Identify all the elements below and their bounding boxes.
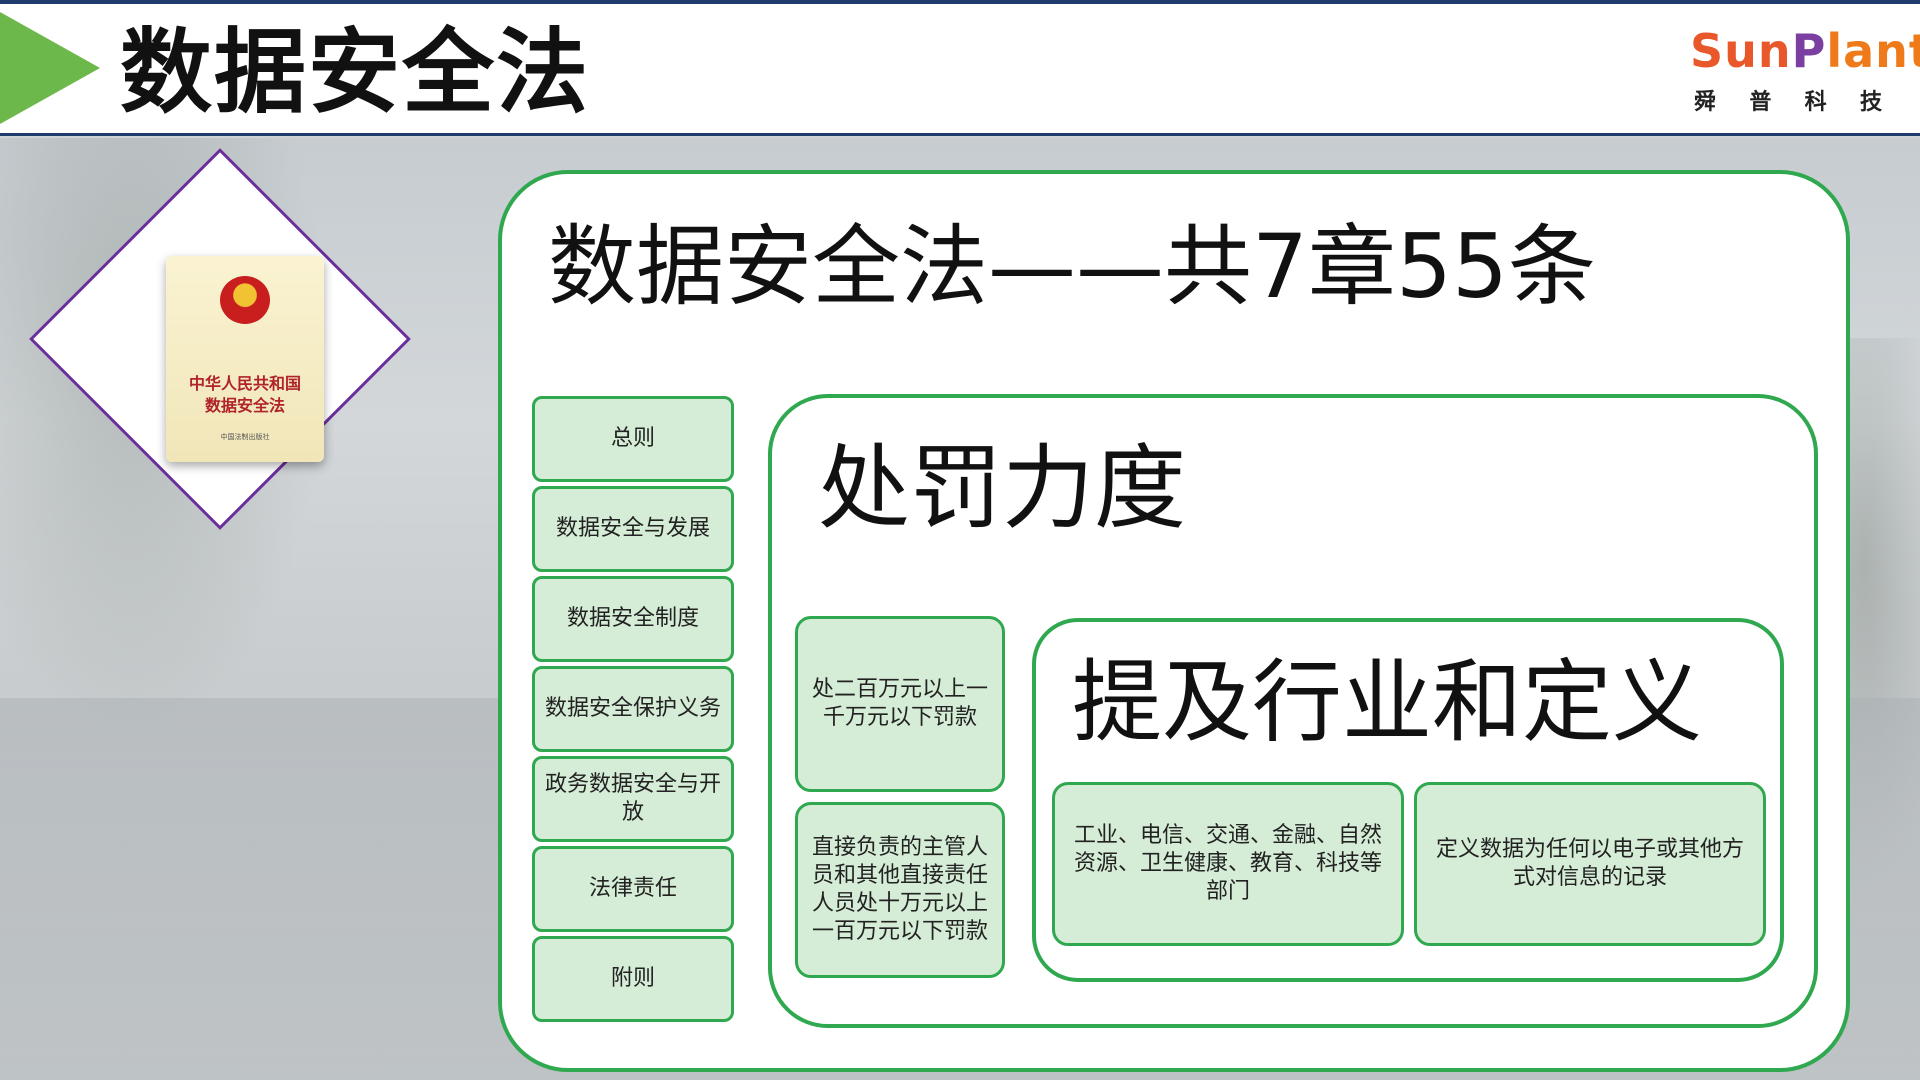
logo-cn-char: 科 <box>1804 90 1827 115</box>
chapter-box-system: 数据安全制度 <box>532 576 734 662</box>
national-emblem-icon <box>220 276 270 324</box>
penalty-box-personnel: 直接负责的主管人员和其他直接责任人员处十万元以上一百万元以下罚款 <box>795 802 1005 978</box>
logo-cn-char: 舜 <box>1694 90 1717 115</box>
book-publisher: 中国法制出版社 <box>220 433 270 441</box>
definition-box: 定义数据为任何以电子或其他方式对信息的记录 <box>1414 782 1766 946</box>
logo-letter-s: S <box>1690 24 1725 78</box>
chapter-box-supplementary: 附则 <box>532 936 734 1022</box>
logo-letters-un: un <box>1724 24 1792 78</box>
chapter-box-protection: 数据安全保护义务 <box>532 666 734 752</box>
slide-title: 数据安全法 <box>120 19 591 126</box>
industries-box: 工业、电信、交通、金融、自然资源、卫生健康、教育、科技等部门 <box>1052 782 1404 946</box>
chapter-box-general: 总则 <box>532 396 734 482</box>
chapter-box-liability: 法律责任 <box>532 846 734 932</box>
logo-chinese-name: 舜 普 科 技 <box>1694 84 1882 116</box>
penalty-panel-title: 处罚力度 <box>818 435 1187 542</box>
header-arrow-icon <box>0 12 100 124</box>
logo-cn-char: 普 <box>1749 90 1772 115</box>
logo-letters-lant: lant <box>1826 24 1920 78</box>
logo-cn-char: 技 <box>1859 90 1882 115</box>
logo-letter-p: P <box>1791 24 1827 78</box>
chapter-box-development: 数据安全与发展 <box>532 486 734 572</box>
book-title-line1: 中华人民共和国 <box>188 374 301 393</box>
book-title-line2: 数据安全法 <box>204 396 285 415</box>
main-panel-title: 数据安全法——共7章55条 <box>548 215 1596 318</box>
logo-wordmark: SunPlant <box>1690 24 1920 78</box>
scope-panel-title: 提及行业和定义 <box>1072 650 1702 755</box>
slide-header: 数据安全法 SunPlant 舜 普 科 技 <box>0 0 1920 136</box>
company-logo: SunPlant 舜 普 科 技 <box>1690 24 1920 116</box>
law-book-cover: 中华人民共和国 数据安全法 中国法制出版社 <box>166 256 324 462</box>
header-top-line <box>0 0 1920 4</box>
penalty-box-fine: 处二百万元以上一千万元以下罚款 <box>795 616 1005 792</box>
chapter-box-government: 政务数据安全与开放 <box>532 756 734 842</box>
